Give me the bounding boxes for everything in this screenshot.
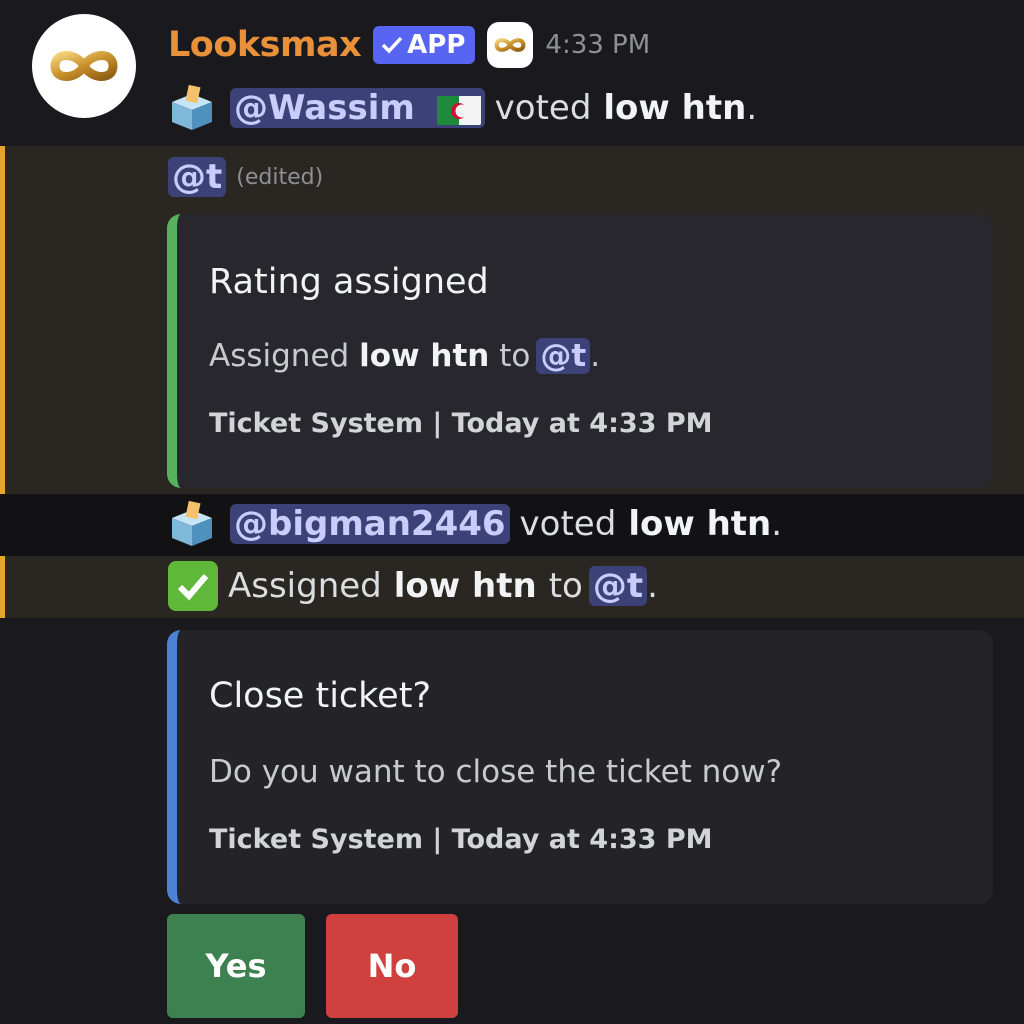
- desc-punct: .: [590, 338, 601, 374]
- embed-title: Close ticket?: [209, 676, 432, 716]
- assigned-line: Assigned low htn to @t.: [168, 558, 658, 614]
- check-mark-button-icon: [168, 561, 218, 611]
- app-badge-label: APP: [407, 30, 466, 60]
- assigned-to: to: [548, 566, 583, 606]
- assigned-punct: .: [647, 566, 658, 606]
- vote-line-2: @bigman2446 voted low htn .: [168, 496, 782, 552]
- ballot-box-icon: [172, 500, 212, 546]
- vote-punct: .: [771, 504, 783, 544]
- checkmark-icon: [381, 36, 403, 54]
- embed-footer: Ticket System | Today at 4:33 PM: [209, 408, 713, 439]
- algeria-flag-icon: [436, 95, 481, 125]
- edited-marker: (edited): [236, 164, 324, 190]
- yes-button[interactable]: Yes: [167, 914, 305, 1018]
- embed-title: Rating assigned: [209, 262, 489, 302]
- server-tag-icon: [487, 22, 534, 68]
- vote-verb: voted: [494, 88, 592, 128]
- desc-prefix: Assigned: [209, 338, 350, 374]
- mention-line: @t (edited): [168, 152, 323, 202]
- vote-rating: low htn: [628, 504, 772, 544]
- embed-footer: Ticket System | Today at 4:33 PM: [209, 824, 713, 855]
- assigned-prefix: Assigned: [228, 566, 382, 606]
- mention-text: @Wassim: [234, 88, 415, 128]
- desc-to: to: [499, 338, 531, 374]
- no-button[interactable]: No: [326, 914, 458, 1018]
- embed-description: Do you want to close the ticket now?: [209, 754, 783, 790]
- infinity-logo-icon: [495, 38, 526, 52]
- vote-punct: .: [746, 88, 758, 128]
- bot-avatar[interactable]: [32, 14, 136, 118]
- user-mention[interactable]: @t: [536, 338, 591, 374]
- user-mention[interactable]: @Wassim: [230, 88, 485, 128]
- rating-embed: Rating assigned Assigned low htn to @t. T…: [167, 214, 993, 488]
- desc-rating: low htn: [359, 338, 490, 374]
- ballot-box-icon: [172, 84, 212, 130]
- close-ticket-embed: Close ticket? Do you want to close the t…: [167, 630, 993, 904]
- author-name[interactable]: Looksmax: [168, 25, 362, 65]
- infinity-logo-icon: [50, 51, 118, 81]
- embed-description: Assigned low htn to @t.: [209, 338, 600, 374]
- assigned-rating: low htn: [393, 566, 537, 606]
- message-timestamp: 4:33 PM: [545, 30, 651, 60]
- message-header: Looksmax APP 4:33 PM: [168, 20, 650, 70]
- chat-view: Looksmax APP 4:33 PM @Wassim voted low h…: [0, 0, 1024, 1024]
- vote-line-1: @Wassim voted low htn .: [168, 80, 757, 136]
- user-mention[interactable]: @bigman2446: [230, 504, 510, 544]
- user-mention[interactable]: @t: [168, 157, 227, 197]
- vote-rating: low htn: [603, 88, 747, 128]
- user-mention[interactable]: @t: [588, 566, 648, 606]
- vote-verb: voted: [519, 504, 617, 544]
- app-badge: APP: [373, 26, 476, 64]
